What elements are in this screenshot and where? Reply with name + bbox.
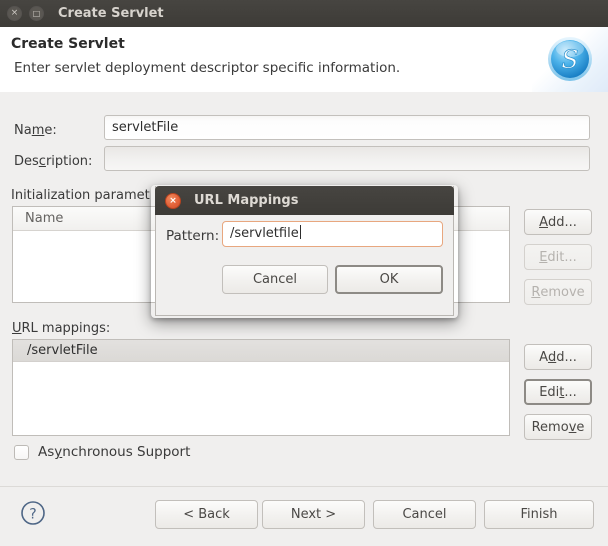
async-support-label: Asynchronous Support bbox=[38, 444, 191, 460]
url-edit-button[interactable]: Edi t... bbox=[524, 379, 592, 405]
window-title: Create Servlet bbox=[58, 6, 164, 21]
init-edit-button: Edit... bbox=[524, 244, 592, 270]
description-label: Description: bbox=[14, 154, 93, 169]
pattern-input-value: /servletfile bbox=[230, 226, 299, 241]
close-icon[interactable]: × bbox=[165, 192, 181, 209]
pattern-input[interactable]: /servletfile bbox=[222, 221, 443, 247]
svg-text:?: ? bbox=[29, 507, 36, 523]
checkbox-box[interactable] bbox=[14, 444, 29, 460]
maximize-icon[interactable]: □ bbox=[29, 6, 44, 21]
modal-ok-button[interactable]: OK bbox=[335, 265, 443, 294]
modal-title: URL Mappings bbox=[194, 193, 299, 208]
init-remove-button: Remove bbox=[524, 279, 592, 305]
finish-button[interactable]: Finish bbox=[484, 500, 594, 529]
modal-cancel-button[interactable]: Cancel bbox=[222, 265, 328, 294]
url-add-button[interactable]: Ad d... bbox=[524, 344, 592, 370]
name-input[interactable]: servletFile bbox=[104, 115, 590, 140]
description-input[interactable] bbox=[104, 146, 590, 171]
close-icon[interactable]: × bbox=[7, 6, 22, 21]
url-mappings-label: URL mappings: bbox=[12, 321, 111, 336]
pattern-label: Pattern: bbox=[166, 228, 220, 244]
servlet-s-icon: S bbox=[548, 37, 592, 81]
text-caret bbox=[299, 225, 301, 239]
page-description: Enter servlet deployment descriptor spec… bbox=[14, 60, 401, 76]
url-mappings-list[interactable]: /servletFile bbox=[12, 339, 510, 436]
back-button[interactable]: < Back bbox=[155, 500, 258, 529]
page-title: Create Servlet bbox=[11, 36, 125, 52]
list-item[interactable]: /servletFile bbox=[13, 340, 509, 362]
modal-titlebar: × URL Mappings bbox=[155, 186, 454, 215]
init-params-label: Initialization paramet bbox=[11, 188, 150, 203]
next-button[interactable]: Next > bbox=[262, 500, 365, 529]
name-label: Name: bbox=[14, 123, 57, 138]
create-servlet-wizard-window: × □ Create Servlet Create Servlet Enter … bbox=[0, 0, 608, 546]
wizard-header: Create Servlet Enter servlet deployment … bbox=[0, 27, 608, 93]
async-support-checkbox[interactable]: Asynchronous Support bbox=[14, 444, 190, 460]
init-add-button[interactable]: Add... bbox=[524, 209, 592, 235]
cancel-button[interactable]: Cancel bbox=[373, 500, 476, 529]
svg-text:S: S bbox=[561, 45, 578, 74]
url-remove-button[interactable]: Remo v e bbox=[524, 414, 592, 440]
help-icon[interactable]: ? bbox=[20, 500, 46, 526]
window-titlebar: × □ Create Servlet bbox=[0, 0, 608, 28]
